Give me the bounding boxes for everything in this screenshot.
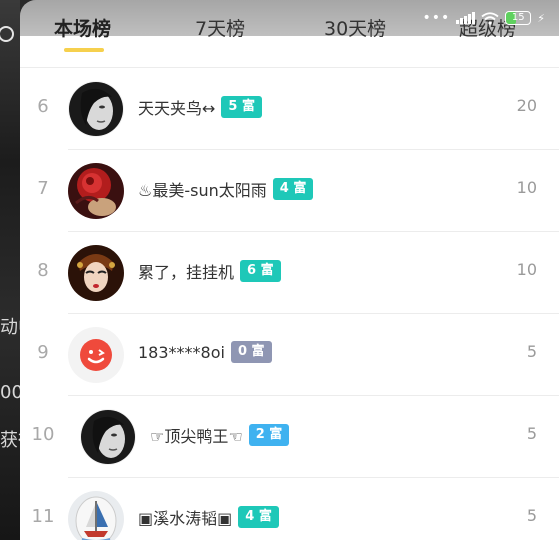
wealth-level-badge: 5 富 bbox=[221, 96, 262, 118]
leaderboard-row[interactable]: 9 183****8oi 0 富 5 bbox=[20, 314, 559, 396]
username: 天天夹鸟↔ bbox=[138, 99, 216, 118]
wealth-level-badge: 2 富 bbox=[248, 424, 290, 446]
wealth-level-badge: 4 富 bbox=[272, 178, 314, 200]
leaderboard-row[interactable]: 8 累了，挂挂机 6 富 10 bbox=[20, 232, 559, 314]
contribution-score: 5 bbox=[526, 424, 537, 443]
avatar[interactable] bbox=[68, 327, 124, 383]
leaderboard-row[interactable]: 10 ☞顶尖鸭王☜ 2 富 5 bbox=[20, 396, 559, 478]
user-info: 累了，挂挂机 6 富 bbox=[138, 259, 281, 283]
avatar[interactable] bbox=[80, 409, 136, 465]
avatar[interactable] bbox=[68, 81, 124, 137]
tab-this-session[interactable]: 本场榜 bbox=[54, 14, 111, 41]
username: 183****8oi bbox=[138, 342, 225, 362]
user-info: 183****8oi 0 富 bbox=[138, 341, 272, 363]
circle-icon bbox=[0, 26, 14, 42]
avatar[interactable] bbox=[68, 245, 124, 301]
contribution-score: 5 bbox=[526, 342, 537, 361]
rank-number: 9 bbox=[37, 342, 49, 363]
tab-30-days[interactable]: 30天榜 bbox=[324, 14, 386, 41]
leaderboard-panel: 本场榜 7天榜 30天榜 超级榜 6 天天夹鸟↔ 5 富 20 7 ♨最美-sun太阳雨 4… bbox=[20, 0, 559, 540]
leaderboard-row[interactable]: 11 ▣溪水涛韬▣ 4 富 5 bbox=[20, 478, 559, 540]
user-info: ▣溪水涛韬▣ 4 富 bbox=[138, 505, 279, 529]
live-background: 动中 00 获得 bbox=[0, 0, 36, 540]
contribution-score: 10 bbox=[516, 178, 537, 197]
username: ▣溪水涛韬▣ bbox=[138, 509, 233, 528]
avatar[interactable] bbox=[68, 491, 124, 540]
user-info: ♨最美-sun太阳雨 4 富 bbox=[138, 177, 314, 201]
user-info: ☞顶尖鸭王☜ 2 富 bbox=[150, 423, 290, 447]
wealth-level-badge: 0 富 bbox=[230, 341, 272, 363]
leaderboard-row[interactable]: 6 天天夹鸟↔ 5 富 20 bbox=[20, 68, 559, 150]
tab-bar: 本场榜 7天榜 30天榜 超级榜 bbox=[20, 0, 559, 68]
contribution-score: 20 bbox=[516, 96, 537, 115]
leaderboard-row[interactable]: 7 ♨最美-sun太阳雨 4 富 10 bbox=[20, 150, 559, 232]
rank-number: 11 bbox=[31, 506, 55, 527]
tab-super[interactable]: 超级榜 bbox=[459, 14, 516, 41]
wealth-level-badge: 6 富 bbox=[240, 260, 281, 282]
active-tab-indicator bbox=[64, 48, 104, 52]
user-info: 天天夹鸟↔ 5 富 bbox=[138, 95, 262, 119]
username: 累了，挂挂机 bbox=[138, 263, 235, 282]
wealth-level-badge: 4 富 bbox=[238, 506, 279, 528]
tab-7-days[interactable]: 7天榜 bbox=[195, 14, 245, 41]
rank-number: 8 bbox=[37, 260, 49, 281]
username: ☞顶尖鸭王☜ bbox=[150, 427, 243, 446]
rank-number: 6 bbox=[37, 96, 49, 117]
rank-number: 7 bbox=[37, 178, 49, 199]
avatar[interactable] bbox=[68, 163, 124, 219]
rank-number: 10 bbox=[31, 424, 55, 445]
contribution-score: 5 bbox=[526, 506, 537, 525]
contribution-score: 10 bbox=[516, 260, 537, 279]
username: ♨最美-sun太阳雨 bbox=[138, 181, 267, 200]
